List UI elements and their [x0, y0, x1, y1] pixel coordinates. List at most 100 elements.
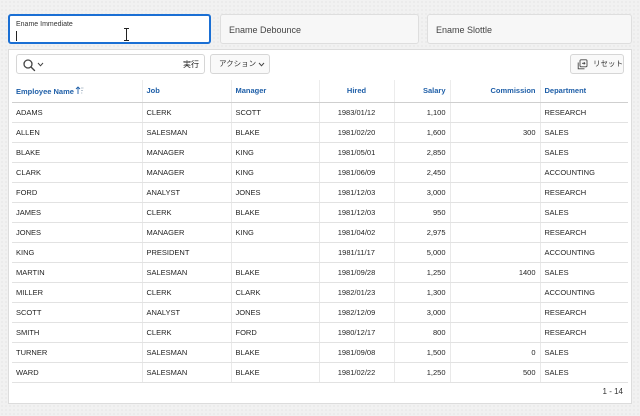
table-row: MARTIN SALESMAN BLAKE 1981/09/28 1,250 1400 SA… — [12, 262, 628, 283]
ename-immediate-label: Ename Immediate — [16, 21, 73, 28]
cell-employee-name: ALLEN — [12, 122, 143, 143]
table-row: WARD SALESMAN BLAKE 1981/02/22 1,250 500 SALES — [12, 362, 628, 383]
table-row: TURNER SALESMAN BLAKE 1981/09/08 1,500 0 SALES — [12, 342, 628, 363]
cell-department: RESEARCH — [540, 322, 628, 343]
report-region: 実行 アクション リセット Employee Name Job Manager … — [8, 49, 632, 404]
cell-manager — [231, 242, 320, 263]
cell-commission — [450, 322, 541, 343]
cell-job: ANALYST — [142, 182, 232, 203]
search-icon[interactable] — [22, 58, 36, 72]
sort-ascending-icon — [75, 86, 84, 94]
cell-employee-name: JONES — [12, 222, 143, 243]
cell-manager: BLAKE — [231, 122, 320, 143]
cell-job: SALESMAN — [142, 122, 232, 143]
cell-salary: 2,450 — [394, 162, 451, 183]
cell-commission — [450, 222, 541, 243]
cell-employee-name: CLARK — [12, 162, 143, 183]
cell-commission — [450, 202, 541, 223]
cell-salary: 950 — [394, 202, 451, 223]
cell-job: MANAGER — [142, 222, 232, 243]
column-header-hired[interactable]: Hired — [319, 80, 395, 103]
pagination-info: 1 - 14 — [602, 387, 623, 396]
table-row: JAMES CLERK BLAKE 1981/12/03 950 SALES — [12, 202, 628, 223]
cell-employee-name: BLAKE — [12, 142, 143, 163]
cell-manager: KING — [231, 222, 320, 243]
cell-manager: BLAKE — [231, 202, 320, 223]
column-header-salary[interactable]: Salary — [394, 80, 451, 103]
column-header-department[interactable]: Department — [540, 80, 628, 103]
cell-department: RESEARCH — [540, 102, 628, 123]
actions-menu-button[interactable]: アクション — [210, 54, 270, 74]
cell-department: SALES — [540, 362, 628, 383]
table-row: JONES MANAGER KING 1981/04/02 2,975 RESEARCH — [12, 222, 628, 243]
cell-department: RESEARCH — [540, 222, 628, 243]
cell-job: MANAGER — [142, 162, 232, 183]
cell-hired: 1981/09/08 — [319, 342, 395, 363]
cell-employee-name: SCOTT — [12, 302, 143, 323]
cell-hired: 1981/02/20 — [319, 122, 395, 143]
cell-hired: 1981/12/03 — [319, 182, 395, 203]
column-header-commission[interactable]: Commission — [450, 80, 541, 103]
cell-employee-name: MARTIN — [12, 262, 143, 283]
table-row: SCOTT ANALYST JONES 1982/12/09 3,000 RESEARCH — [12, 302, 628, 323]
chevron-down-icon — [258, 62, 265, 67]
cell-job: CLERK — [142, 322, 232, 343]
ename-immediate-field[interactable]: Ename Immediate — [8, 14, 211, 44]
cell-manager: BLAKE — [231, 342, 320, 363]
cell-commission — [450, 102, 541, 123]
cell-manager: CLARK — [231, 282, 320, 303]
table-header-row: Employee Name Job Manager Hired Salary C… — [12, 80, 628, 103]
cell-salary: 2,975 — [394, 222, 451, 243]
cell-department: SALES — [540, 202, 628, 223]
column-header-manager[interactable]: Manager — [231, 80, 320, 103]
cell-employee-name: ADAMS — [12, 102, 143, 123]
cell-manager: JONES — [231, 182, 320, 203]
column-header-job[interactable]: Job — [142, 80, 232, 103]
ename-throttle-field[interactable]: Ename Slottle — [427, 14, 632, 44]
cell-commission — [450, 162, 541, 183]
go-button[interactable]: 実行 — [181, 58, 201, 71]
table-row: MILLER CLERK CLARK 1982/01/23 1,300 ACCOUNTIN… — [12, 282, 628, 303]
ibeam-cursor-icon — [123, 28, 131, 41]
table-row: CLARK MANAGER KING 1981/06/09 2,450 ACCOUNTIN… — [12, 162, 628, 183]
cell-salary: 1,300 — [394, 282, 451, 303]
cell-hired: 1980/12/17 — [319, 322, 395, 343]
cell-hired: 1981/02/22 — [319, 362, 395, 383]
cell-salary: 3,000 — [394, 182, 451, 203]
table-row: ADAMS CLERK SCOTT 1983/01/12 1,100 RESEARCH — [12, 102, 628, 123]
cell-commission — [450, 142, 541, 163]
cell-commission — [450, 242, 541, 263]
chevron-down-icon[interactable] — [37, 61, 44, 68]
cell-manager: KING — [231, 162, 320, 183]
table-row: BLAKE MANAGER KING 1981/05/01 2,850 SALES — [12, 142, 628, 163]
cell-employee-name: WARD — [12, 362, 143, 383]
cell-hired: 1981/04/02 — [319, 222, 395, 243]
cell-department: ACCOUNTING — [540, 242, 628, 263]
ename-debounce-field[interactable]: Ename Debounce — [220, 14, 419, 44]
cell-manager: KING — [231, 142, 320, 163]
actions-label: アクション — [219, 59, 257, 68]
cell-hired: 1982/12/09 — [319, 302, 395, 323]
cell-hired: 1982/01/23 — [319, 282, 395, 303]
reset-button[interactable]: リセット — [570, 54, 624, 74]
column-header-employee-name[interactable]: Employee Name — [12, 80, 143, 103]
cell-employee-name: SMITH — [12, 322, 143, 343]
cell-hired: 1981/11/17 — [319, 242, 395, 263]
cell-salary: 1,500 — [394, 342, 451, 363]
cell-department: SALES — [540, 142, 628, 163]
cell-hired: 1983/01/12 — [319, 102, 395, 123]
report-toolbar: 実行 アクション リセット — [9, 50, 631, 80]
reset-label: リセット — [593, 59, 623, 68]
ename-debounce-placeholder: Ename Debounce — [229, 25, 302, 35]
search-bar[interactable]: 実行 — [16, 54, 205, 74]
cell-job: SALESMAN — [142, 362, 232, 383]
cell-commission — [450, 302, 541, 323]
table-body: ADAMS CLERK SCOTT 1983/01/12 1,100 RESEARCH AL… — [12, 102, 628, 383]
cell-job: ANALYST — [142, 302, 232, 323]
cell-department: SALES — [540, 122, 628, 143]
cell-salary: 1,250 — [394, 362, 451, 383]
cell-manager: JONES — [231, 302, 320, 323]
cell-employee-name: KING — [12, 242, 143, 263]
table-row: KING PRESIDENT 1981/11/17 5,000 ACCOUNTING — [12, 242, 628, 263]
cell-job: PRESIDENT — [142, 242, 232, 263]
